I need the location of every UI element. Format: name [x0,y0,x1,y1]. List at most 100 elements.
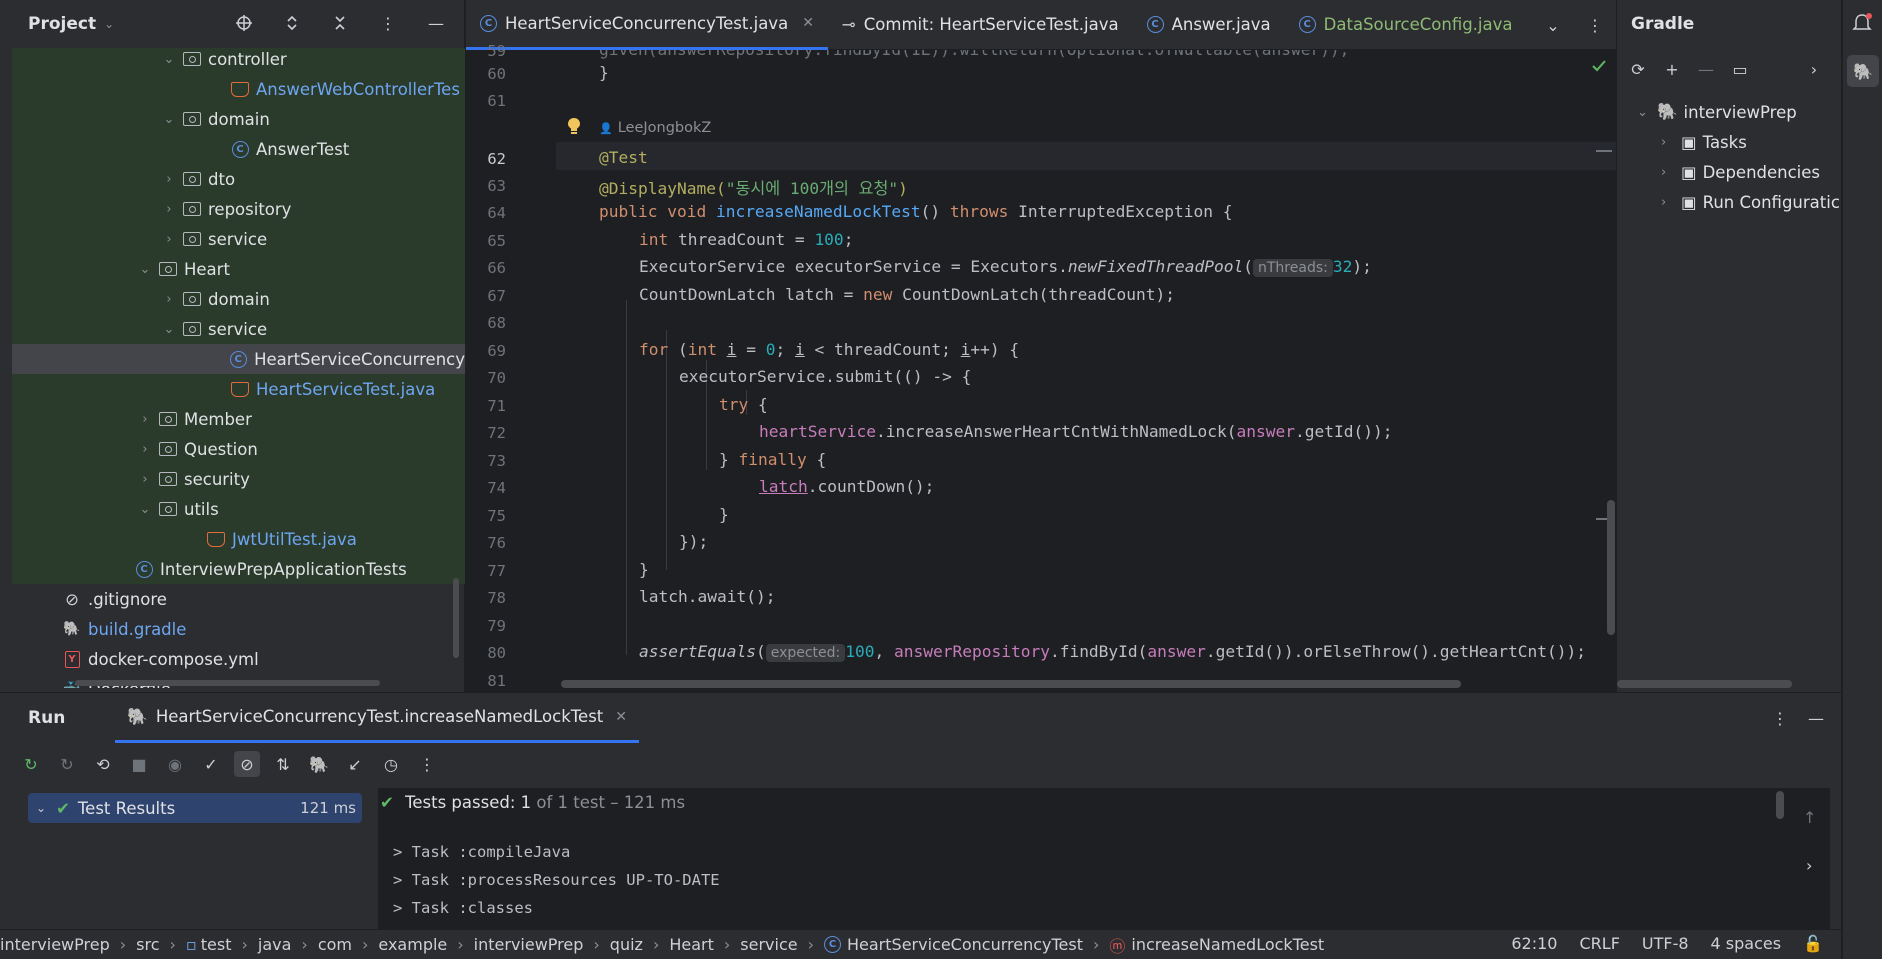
tree-item[interactable]: C HeartServiceConcurrency [12,344,465,374]
tree-item[interactable]: ⌄ controller [12,48,465,74]
code-author-hint[interactable]: 👤 LeeJongbokZ [599,120,711,136]
chevron-down-icon[interactable]: ⌄ [160,322,178,337]
gradle-tool-icon[interactable]: 🐘 [1847,55,1879,87]
chevron-down-icon[interactable]: ⌄ [160,52,178,67]
tree-item[interactable]: C InterviewPrepApplicationTests [12,554,465,584]
breadcrumb-item[interactable]: service [740,935,797,954]
check-icon[interactable]: ✓ [198,751,224,777]
tree-item[interactable]: AnswerWebControllerTes [12,74,465,104]
tree-vertical-scrollbar[interactable] [453,578,459,658]
chevron-right-icon[interactable]: › [1803,58,1825,80]
tree-item[interactable]: 🐘 build.gradle [12,614,465,644]
chevron-down-icon[interactable]: ⌄ [1542,14,1564,36]
tree-item[interactable]: › service [12,224,465,254]
rerun-icon[interactable]: ↻ [18,751,44,777]
chevron-down-icon[interactable]: ⌄ [104,17,114,31]
breadcrumb-item[interactable]: com [318,935,352,954]
tree-item[interactable]: JwtUtilTest.java [12,524,465,554]
hide-panel-icon[interactable]: — [1805,707,1827,729]
breadcrumb-item[interactable]: interviewPrep [0,935,110,954]
run-console[interactable]: ✔ Tests passed: 1 of 1 test – 121 ms > T… [378,788,1830,929]
layout-icon[interactable]: ▭ [1729,58,1751,80]
tree-item[interactable]: › repository [12,194,465,224]
close-icon[interactable]: ✕ [802,15,814,31]
collapse-icon[interactable]: ↙ [342,751,368,777]
gradle-item-run-configurations[interactable]: › ▣ Run Configuratic [1661,187,1840,217]
breadcrumb-item[interactable]: example [378,935,447,954]
tab-commit-heart-service-test[interactable]: ⊸ Commit: HeartServiceTest.java [828,0,1133,50]
indent-setting[interactable]: 4 spaces [1711,934,1782,953]
more-options-icon[interactable]: ⋮ [1584,14,1606,36]
chevron-right-icon[interactable]: › [160,172,178,187]
editor-vertical-scrollbar[interactable] [1607,500,1615,635]
gradle-root[interactable]: ⌄ 🐘 interviewPrep [1637,97,1797,127]
breadcrumb-item[interactable]: Heart [669,935,714,954]
chevron-down-icon[interactable]: ⌄ [160,112,178,127]
hide-panel-icon[interactable]: — [425,12,447,34]
chevron-down-icon[interactable]: ⌄ [136,502,154,517]
expand-all-icon[interactable] [281,12,303,34]
tab-heart-service-concurrency-test[interactable]: C HeartServiceConcurrencyTest.java ✕ [466,0,828,50]
project-panel-title[interactable]: Project [28,14,96,34]
breadcrumb-item[interactable]: quiz [610,935,643,954]
rerun-failed-icon[interactable]: ↻ [54,751,80,777]
scroll-to-top-icon[interactable]: ↑ [1803,808,1816,827]
lock-icon[interactable]: 🔓 [1803,934,1823,953]
breadcrumb-item[interactable]: interviewPrep [474,935,584,954]
chevron-right-icon[interactable]: › [160,292,178,307]
stop-icon[interactable]: ■ [126,751,152,777]
remove-icon[interactable]: — [1695,58,1717,80]
more-options-icon[interactable]: ⋮ [1769,707,1791,729]
breadcrumb-item[interactable]: java [258,935,292,954]
tree-item[interactable]: ⌄ Heart [12,254,465,284]
cursor-position[interactable]: 62:10 [1511,934,1557,953]
test-results-row[interactable]: ⌄ ✔ Test Results 121 ms [28,793,362,823]
gradle-item-tasks[interactable]: › ▣ Tasks [1661,127,1747,157]
chevron-right-icon[interactable]: › [160,202,178,217]
breadcrumb-item[interactable]: ▫ test [186,935,232,954]
toggle-auto-test-icon[interactable]: ⟲ [90,751,116,777]
tree-item[interactable]: ⌄ utils [12,494,465,524]
tree-item[interactable]: ⊘ .gitignore [12,584,465,614]
lightbulb-icon[interactable] [566,117,582,139]
notifications-icon[interactable] [1851,12,1873,38]
collapse-all-icon[interactable] [329,12,351,34]
line-separator[interactable]: CRLF [1579,934,1619,953]
sort-icon[interactable]: ⇅ [270,751,296,777]
tree-item[interactable]: HeartServiceTest.java [12,374,465,404]
history-icon[interactable]: ◷ [378,751,404,777]
tree-horizontal-scrollbar[interactable] [75,680,380,686]
tab-answer-java[interactable]: C Answer.java [1133,0,1285,50]
tree-item[interactable]: › security [12,464,465,494]
refresh-icon[interactable]: ⟳ [1627,58,1649,80]
tree-item[interactable]: Ydocker-compose.yml [12,644,465,674]
breadcrumb-item[interactable]: ⓜ increaseNamedLockTest [1109,933,1324,957]
chevron-right-icon[interactable]: › [136,412,154,427]
locate-icon[interactable] [233,12,255,34]
more-options-icon[interactable]: ⋮ [414,751,440,777]
tree-item[interactable]: › Member [12,404,465,434]
code-area[interactable]: given(answerRepository.findById(1L)).wil… [556,50,1616,692]
tree-item[interactable]: › Question [12,434,465,464]
chevron-down-icon[interactable]: ⌄ [136,262,154,277]
chevron-right-icon[interactable]: › [160,232,178,247]
import-tests-icon[interactable]: 🐘 [306,751,332,777]
editor-horizontal-scrollbar[interactable] [561,680,1461,688]
inspection-ok-icon[interactable] [1591,58,1607,77]
breadcrumb-item[interactable]: C HeartServiceConcurrencyTest [824,935,1083,954]
file-encoding[interactable]: UTF-8 [1642,934,1689,953]
tree-item[interactable]: › dto [12,164,465,194]
chevron-right-icon[interactable]: › [1806,856,1812,875]
show-passed-icon[interactable]: ◉ [162,751,188,777]
tree-item[interactable]: ⌄ service [12,314,465,344]
breadcrumb-item[interactable]: src [136,935,159,954]
tab-datasource-config[interactable]: C DataSourceConfig.java [1285,0,1527,50]
tree-item[interactable]: ⌄ domain [12,104,465,134]
add-icon[interactable]: + [1661,58,1683,80]
console-scrollbar[interactable] [1776,791,1784,819]
run-tab-heart-concurrency[interactable]: 🐘 HeartServiceConcurrencyTest.increaseNa… [115,693,639,743]
gradle-item-dependencies[interactable]: › ▣ Dependencies [1661,157,1820,187]
show-ignored-icon[interactable]: ⊘ [234,751,260,777]
chevron-right-icon[interactable]: › [136,442,154,457]
more-options-icon[interactable]: ⋮ [377,12,399,34]
